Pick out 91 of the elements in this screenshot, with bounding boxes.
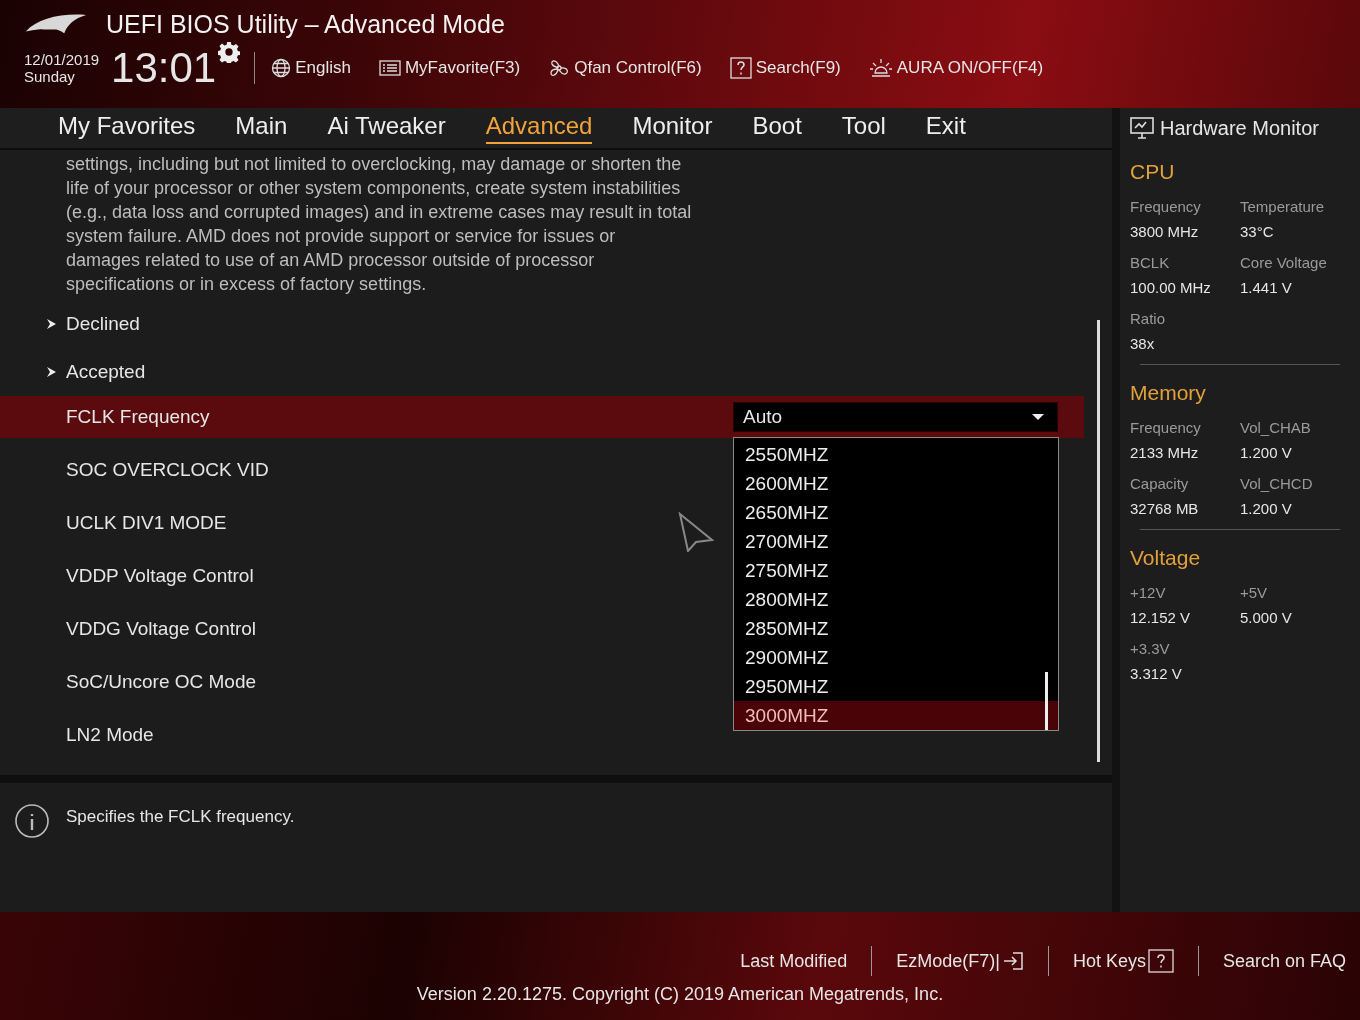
dropdown-option[interactable]: 2650MHZ (734, 497, 1058, 527)
warning-text: damages related to use of an AMD processor outside of processor (66, 248, 596, 272)
version-text: Version 2.20.1275. Copyright (C) 2019 American Megatrends, Inc. (416, 984, 944, 1005)
warning-text: system failure. AMD does not provide support or service for issues or (66, 224, 617, 248)
footer-button[interactable]: Last Modified (740, 950, 848, 972)
chevron-icon (46, 318, 56, 329)
reading-label: Core Voltage (1240, 254, 1328, 271)
scrollbar-thumb[interactable] (1045, 671, 1048, 730)
toolbar-button[interactable]: AURA ON/OFF(F4) (868, 57, 1044, 79)
dropdown-option[interactable]: 2750MHZ (734, 555, 1058, 585)
footer-button[interactable]: Hot Keys (1072, 949, 1174, 973)
warning-text: (e.g., data loss and corrupted images) and in extreme cases may result in total (66, 200, 693, 224)
reading-value: 3.312 V (1130, 665, 1183, 682)
scrollbar[interactable] (1097, 319, 1100, 762)
menu-tab[interactable]: Advanced (485, 111, 593, 144)
menu-tab[interactable]: Tool (841, 111, 886, 144)
section-title: CPU (1130, 160, 1176, 184)
reading-value: 100.00 MHz (1130, 279, 1212, 296)
list-icon (378, 59, 401, 77)
reading-label: Frequency (1130, 419, 1202, 436)
dropdown-option[interactable]: 2800MHZ (734, 584, 1058, 614)
window-title: UEFI BIOS Utility – Advanced Mode (106, 10, 505, 39)
reading-label: BCLK (1130, 254, 1171, 271)
menu-tab[interactable]: Boot (752, 111, 802, 144)
toolbar-button[interactable]: MyFavorite(F3) (378, 58, 521, 78)
section-title: Memory (1130, 381, 1207, 405)
reading-value: 5.000 V (1240, 609, 1293, 626)
help-text: Specifies the FCLK frequency. (66, 807, 295, 828)
dropdown-option[interactable]: 2550MHZ (734, 439, 1058, 469)
exit-arrow-icon (1001, 951, 1024, 971)
warning-text: life of your processor or other system components, create system instabilities (66, 176, 682, 200)
panel-title: Hardware Monitor (1160, 116, 1319, 140)
globe-icon (271, 58, 292, 78)
warning-text: specifications or in excess of factory settings. (66, 272, 428, 296)
question-icon (729, 57, 752, 79)
caret-icon (1032, 413, 1044, 420)
reading-value: 1.200 V (1240, 500, 1293, 517)
light-icon (868, 57, 893, 79)
menu-tab[interactable]: Monitor (632, 111, 713, 144)
reading-label: Capacity (1130, 475, 1190, 492)
reading-label: Temperature (1240, 198, 1326, 215)
setting-row[interactable]: VDDP Voltage Control (0, 549, 700, 603)
chevron-icon (46, 366, 56, 377)
menu-tab[interactable]: Exit (925, 111, 966, 144)
toolbar-button[interactable]: English (271, 58, 351, 78)
toolbar-button[interactable]: Qfan Control(F6) (548, 57, 702, 79)
reading-label: +12V (1130, 584, 1167, 601)
monitor-icon (1130, 117, 1154, 139)
pointer-icon (678, 511, 714, 552)
dropdown-option[interactable]: 2900MHZ (734, 642, 1058, 672)
submenu-item[interactable]: Accepted (0, 347, 146, 396)
setting-row[interactable]: VDDG Voltage Control (0, 602, 700, 656)
footer-button[interactable]: EzMode(F7)| (896, 950, 1024, 972)
day-text: Sunday (24, 68, 76, 85)
date-text: 12/01/2019 (24, 51, 100, 68)
section-title: Voltage (1130, 546, 1202, 570)
reading-label: Vol_CHAB (1240, 419, 1312, 436)
menu-tab[interactable]: Ai Tweaker (327, 111, 446, 144)
setting-row[interactable]: SoC/Uncore OC Mode (0, 655, 700, 709)
setting-row[interactable]: SOC OVERCLOCK VID (0, 443, 700, 497)
warning-text: settings, including but not limited to overclocking, may damage or shorten the (66, 152, 683, 176)
submenu-item[interactable]: Declined (0, 299, 140, 348)
question-icon (1147, 949, 1174, 973)
dropdown-option[interactable]: 2850MHZ (734, 613, 1058, 643)
reading-value: 38x (1130, 335, 1156, 352)
dropdown-option[interactable]: 3000MHZ (734, 700, 1058, 730)
reading-label: Frequency (1130, 198, 1202, 215)
reading-label: +5V (1240, 584, 1269, 601)
reading-value: 1.200 V (1240, 444, 1293, 461)
toolbar-button[interactable]: Search(F9) (729, 57, 841, 79)
reading-value: 33°C (1240, 223, 1275, 240)
info-icon (14, 803, 50, 840)
reading-label: Vol_CHCD (1240, 475, 1314, 492)
reading-label: +3.3V (1130, 640, 1171, 657)
settings-icon[interactable] (218, 41, 241, 63)
reading-label: Ratio (1130, 310, 1167, 327)
reading-value: 12.152 V (1130, 609, 1192, 626)
menu-tab[interactable]: Main (235, 111, 288, 144)
reading-value: 32768 MB (1130, 500, 1200, 517)
dropdown-option[interactable]: 2600MHZ (734, 468, 1058, 498)
reading-value: 3800 MHz (1130, 223, 1200, 240)
dropdown-field[interactable]: Auto (733, 401, 1058, 432)
clock-time: 13:01 (111, 45, 217, 91)
setting-row[interactable]: UCLK DIV1 MODE (0, 496, 700, 550)
reading-value: 2133 MHz (1130, 444, 1200, 461)
footer-button[interactable]: Search on FAQ (1222, 950, 1346, 972)
dropdown-option[interactable]: 2700MHZ (734, 526, 1058, 556)
menu-tab[interactable]: My Favorites (58, 111, 196, 144)
reading-value: 1.441 V (1240, 279, 1293, 296)
fan-icon (548, 57, 571, 79)
dropdown-option[interactable]: 2950MHZ (734, 671, 1058, 701)
